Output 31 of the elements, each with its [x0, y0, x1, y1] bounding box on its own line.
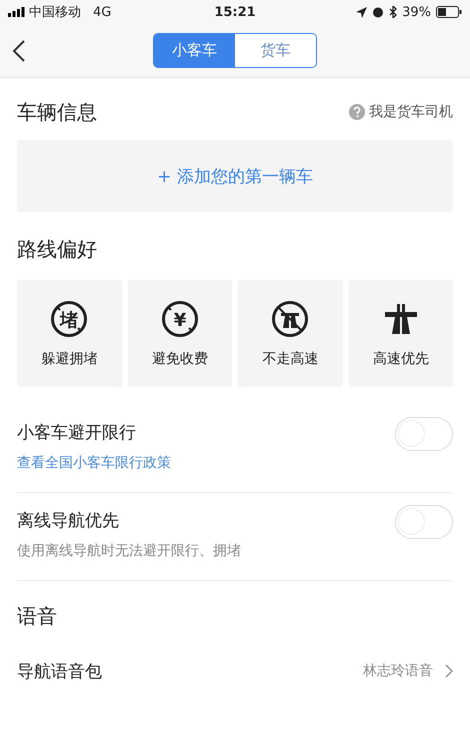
policy-link[interactable]: 查看全国小客车限行政策 [17, 454, 171, 472]
carrier-name: 中国移动 [29, 4, 81, 21]
setting-label: 小客车避开限行 [17, 422, 137, 444]
route-option[interactable]: ¥ 避免收费 [128, 280, 232, 387]
setting-description: 使用离线导航时无法避开限行、拥堵 [17, 542, 241, 560]
signal-icon [8, 7, 25, 17]
bluetooth-icon [389, 6, 398, 18]
network-type: 4G [93, 4, 112, 20]
route-option[interactable]: 高速优先 [348, 280, 453, 387]
no-highway-icon [271, 300, 310, 338]
no-entry-icon: 堵 [50, 300, 88, 338]
section-title: 路线偏好 [17, 236, 97, 262]
back-icon[interactable] [12, 38, 26, 62]
setting-label: 导航语音包 [17, 660, 102, 682]
battery-icon [436, 6, 462, 18]
no-entry-icon: ¥ [160, 300, 199, 338]
truck-driver-link[interactable]: 我是货车司机 [349, 103, 453, 121]
setting-label: 离线导航优先 [17, 510, 120, 532]
clock-time: 15:21 [214, 4, 256, 20]
toggle-switch[interactable] [395, 505, 453, 539]
vehicle-tab[interactable]: 小客车 [154, 34, 235, 67]
route-option[interactable]: 不走高速 [238, 280, 342, 387]
chevron-icon [445, 664, 453, 678]
section-title: 车辆信息 [17, 98, 97, 126]
section-title: 语音 [17, 602, 57, 630]
route-option[interactable]: 堵 躲避拥堵 [17, 280, 122, 387]
battery-percent: 39% [402, 4, 432, 20]
voice-pack-selector[interactable]: 林志玲语音 [363, 662, 453, 680]
location-icon [356, 6, 368, 18]
toggle-switch[interactable] [395, 417, 453, 451]
help-icon [349, 104, 365, 120]
